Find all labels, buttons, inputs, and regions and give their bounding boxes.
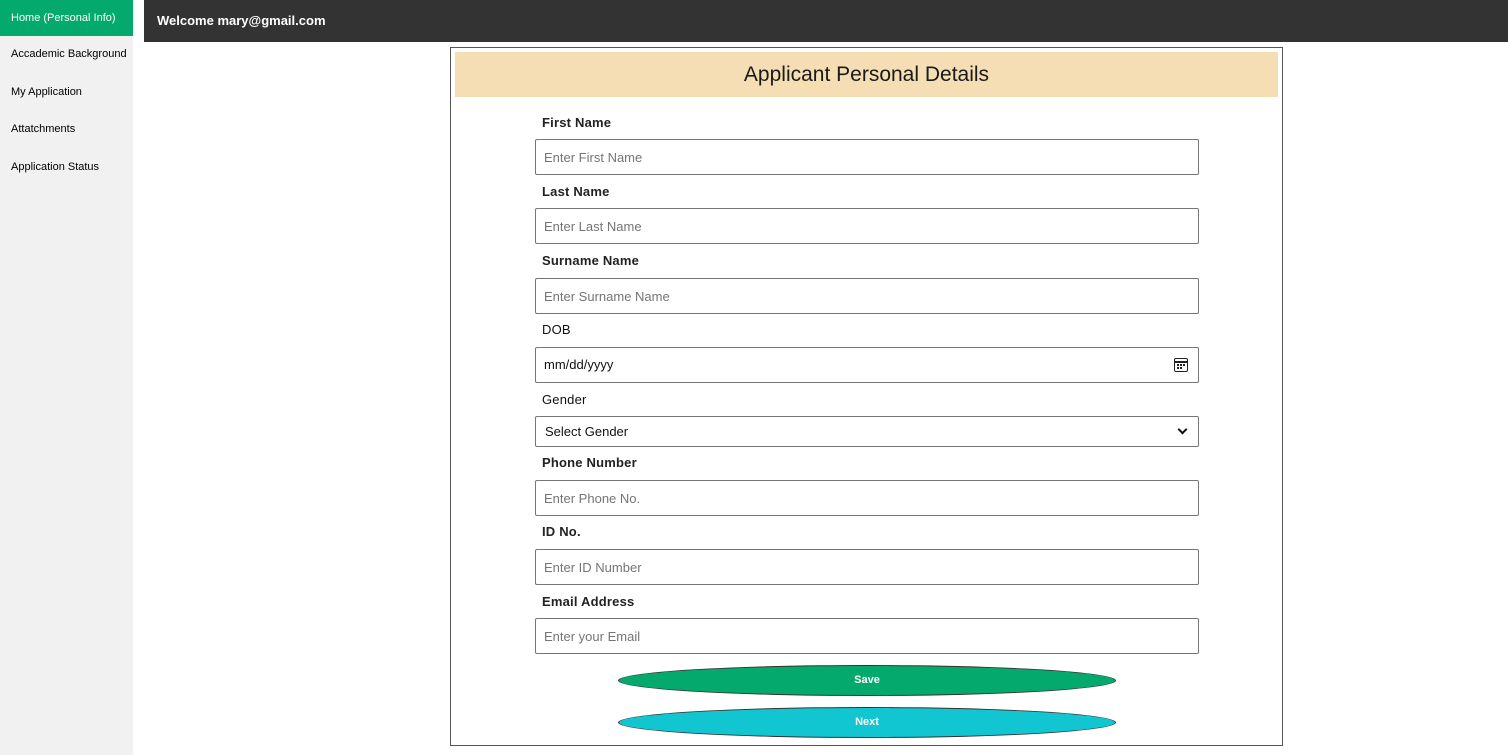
sidebar: Home (Personal Info) Accademic Backgroun… — [0, 0, 133, 755]
first-name-field[interactable] — [535, 139, 1199, 175]
form-title: Applicant Personal Details — [455, 52, 1278, 97]
gender-label: Gender — [542, 392, 587, 407]
welcome-text: Welcome mary@gmail.com — [157, 13, 326, 28]
chevron-down-icon — [1177, 424, 1188, 435]
id-number-label: ID No. — [542, 524, 581, 539]
id-number-field[interactable] — [535, 549, 1199, 585]
save-button[interactable]: Save — [618, 665, 1116, 696]
gender-select[interactable]: Select Gender — [535, 416, 1199, 447]
personal-details-form: Applicant Personal Details First Name La… — [450, 47, 1283, 746]
last-name-field[interactable] — [535, 208, 1199, 244]
email-label: Email Address — [542, 594, 635, 609]
dob-value: mm/dd/yyyy — [544, 357, 614, 372]
gender-selected-value: Select Gender — [545, 424, 629, 439]
sidebar-item-my-application[interactable]: My Application — [0, 74, 133, 112]
calendar-icon[interactable] — [1174, 358, 1188, 372]
top-bar: Welcome mary@gmail.com — [144, 0, 1508, 42]
next-button[interactable]: Next — [618, 707, 1116, 738]
last-name-label: Last Name — [542, 184, 610, 199]
sidebar-item-application-status[interactable]: Application Status — [0, 149, 133, 187]
surname-field[interactable] — [535, 278, 1199, 314]
phone-label: Phone Number — [542, 455, 637, 470]
sidebar-item-home[interactable]: Home (Personal Info) — [0, 0, 133, 36]
sidebar-item-attachments[interactable]: Attatchments — [0, 111, 133, 149]
sidebar-item-academic-background[interactable]: Accademic Background — [0, 36, 133, 74]
phone-field[interactable] — [535, 480, 1199, 516]
surname-label: Surname Name — [542, 253, 640, 268]
first-name-label: First Name — [542, 115, 612, 130]
email-field[interactable] — [535, 618, 1199, 654]
dob-field[interactable]: mm/dd/yyyy — [535, 347, 1199, 383]
dob-label: DOB — [542, 322, 571, 337]
